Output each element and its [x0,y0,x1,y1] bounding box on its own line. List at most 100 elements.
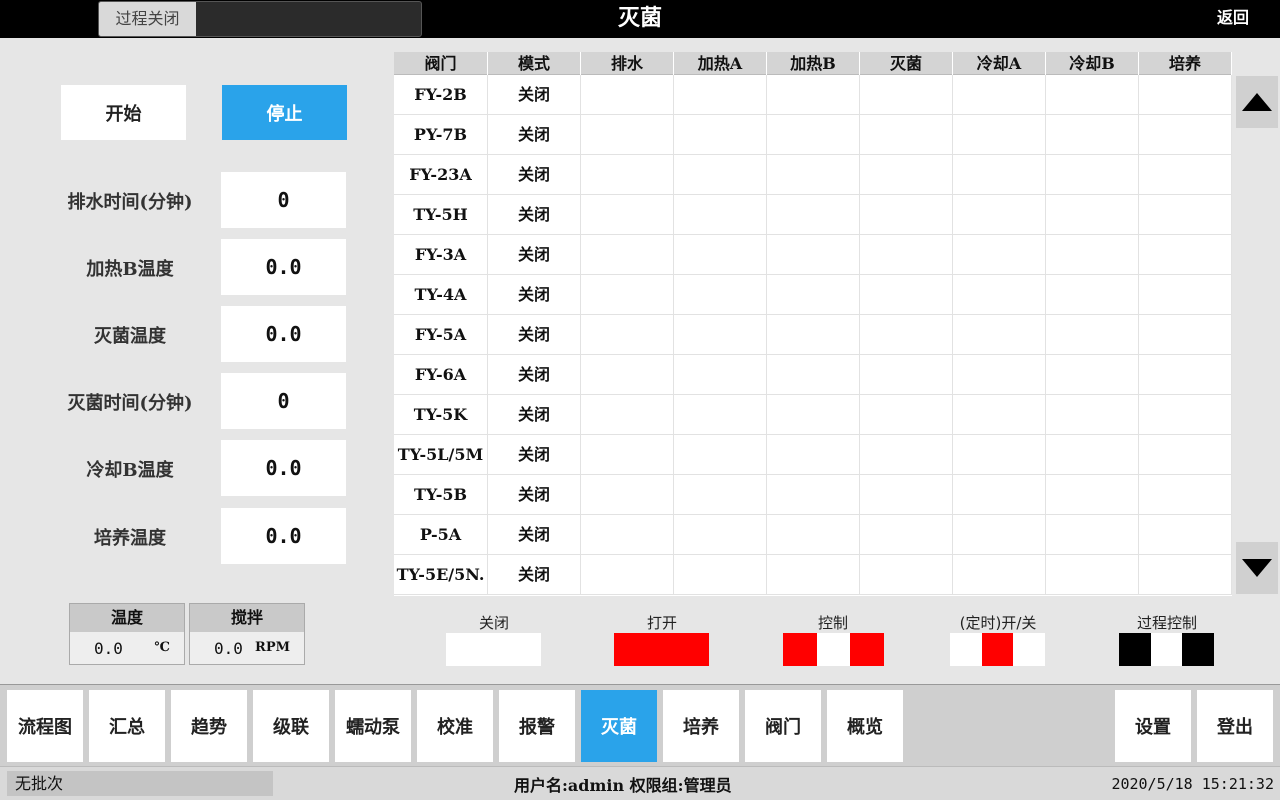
phase-cell[interactable] [674,475,767,515]
phase-cell[interactable] [674,435,767,475]
phase-cell[interactable] [860,475,953,515]
start-button[interactable]: 开始 [61,85,186,140]
phase-cell[interactable] [767,435,860,475]
phase-cell[interactable] [767,355,860,395]
phase-cell[interactable] [953,435,1046,475]
phase-cell[interactable] [581,195,674,235]
phase-cell[interactable] [674,315,767,355]
phase-cell[interactable] [860,435,953,475]
phase-cell[interactable] [953,475,1046,515]
phase-cell[interactable] [953,275,1046,315]
logout-button[interactable]: 登出 [1197,690,1273,762]
phase-cell[interactable] [860,395,953,435]
phase-cell[interactable] [581,315,674,355]
phase-cell[interactable] [953,235,1046,275]
phase-cell[interactable] [860,555,953,595]
phase-cell[interactable] [1046,435,1139,475]
phase-cell[interactable] [1046,555,1139,595]
phase-cell[interactable] [674,395,767,435]
phase-cell[interactable] [581,395,674,435]
phase-cell[interactable] [1046,195,1139,235]
phase-cell[interactable] [1046,115,1139,155]
phase-cell[interactable] [1139,315,1232,355]
phase-cell[interactable] [767,475,860,515]
phase-cell[interactable] [860,195,953,235]
phase-cell[interactable] [1139,355,1232,395]
valve-mode-cell[interactable]: 关闭 [488,235,581,275]
phase-cell[interactable] [860,315,953,355]
nav-alarm[interactable]: 报警 [499,690,575,762]
phase-cell[interactable] [767,195,860,235]
valve-mode-cell[interactable]: 关闭 [488,475,581,515]
scroll-down-button[interactable] [1236,542,1278,594]
stop-button[interactable]: 停止 [222,85,347,140]
phase-cell[interactable] [1139,275,1232,315]
phase-cell[interactable] [581,435,674,475]
cool-b-temp-field[interactable]: 0.0 [221,440,346,496]
phase-cell[interactable] [674,195,767,235]
nav-sterilization[interactable]: 灭菌 [581,690,657,762]
nav-cascade[interactable]: 级联 [253,690,329,762]
phase-cell[interactable] [953,355,1046,395]
valve-mode-cell[interactable]: 关闭 [488,75,581,115]
valve-mode-cell[interactable]: 关闭 [488,515,581,555]
phase-cell[interactable] [581,235,674,275]
nav-calibration[interactable]: 校准 [417,690,493,762]
phase-cell[interactable] [860,75,953,115]
phase-cell[interactable] [581,115,674,155]
phase-cell[interactable] [1046,515,1139,555]
phase-cell[interactable] [1139,195,1232,235]
phase-cell[interactable] [767,315,860,355]
phase-cell[interactable] [1046,475,1139,515]
phase-cell[interactable] [953,515,1046,555]
phase-cell[interactable] [674,555,767,595]
phase-cell[interactable] [1046,155,1139,195]
phase-cell[interactable] [1139,115,1232,155]
phase-cell[interactable] [860,355,953,395]
phase-cell[interactable] [581,515,674,555]
phase-cell[interactable] [581,275,674,315]
valve-mode-cell[interactable]: 关闭 [488,395,581,435]
phase-cell[interactable] [1139,515,1232,555]
sterilize-time-field[interactable]: 0 [221,373,346,429]
phase-cell[interactable] [674,75,767,115]
nav-trend[interactable]: 趋势 [171,690,247,762]
valve-mode-cell[interactable]: 关闭 [488,155,581,195]
phase-cell[interactable] [1046,395,1139,435]
valve-mode-cell[interactable]: 关闭 [488,115,581,155]
phase-cell[interactable] [767,395,860,435]
nav-culture[interactable]: 培养 [663,690,739,762]
phase-cell[interactable] [1046,315,1139,355]
phase-cell[interactable] [1139,555,1232,595]
nav-overview[interactable]: 概览 [827,690,903,762]
phase-cell[interactable] [674,355,767,395]
phase-cell[interactable] [860,515,953,555]
valve-mode-cell[interactable]: 关闭 [488,355,581,395]
valve-mode-cell[interactable]: 关闭 [488,555,581,595]
phase-cell[interactable] [674,275,767,315]
heat-b-temp-field[interactable]: 0.0 [221,239,346,295]
phase-cell[interactable] [581,355,674,395]
phase-cell[interactable] [1139,435,1232,475]
phase-cell[interactable] [1046,275,1139,315]
phase-cell[interactable] [581,555,674,595]
phase-cell[interactable] [674,515,767,555]
phase-cell[interactable] [953,115,1046,155]
phase-cell[interactable] [953,315,1046,355]
phase-cell[interactable] [953,75,1046,115]
phase-cell[interactable] [581,75,674,115]
valve-mode-cell[interactable]: 关闭 [488,435,581,475]
phase-cell[interactable] [674,155,767,195]
settings-button[interactable]: 设置 [1115,690,1191,762]
phase-cell[interactable] [1139,75,1232,115]
phase-cell[interactable] [953,555,1046,595]
nav-peristaltic-pump[interactable]: 蠕动泵 [335,690,411,762]
phase-cell[interactable] [953,195,1046,235]
phase-cell[interactable] [953,395,1046,435]
nav-summary[interactable]: 汇总 [89,690,165,762]
phase-cell[interactable] [1139,475,1232,515]
phase-cell[interactable] [767,115,860,155]
nav-flowchart[interactable]: 流程图 [7,690,83,762]
phase-cell[interactable] [767,275,860,315]
phase-cell[interactable] [860,275,953,315]
